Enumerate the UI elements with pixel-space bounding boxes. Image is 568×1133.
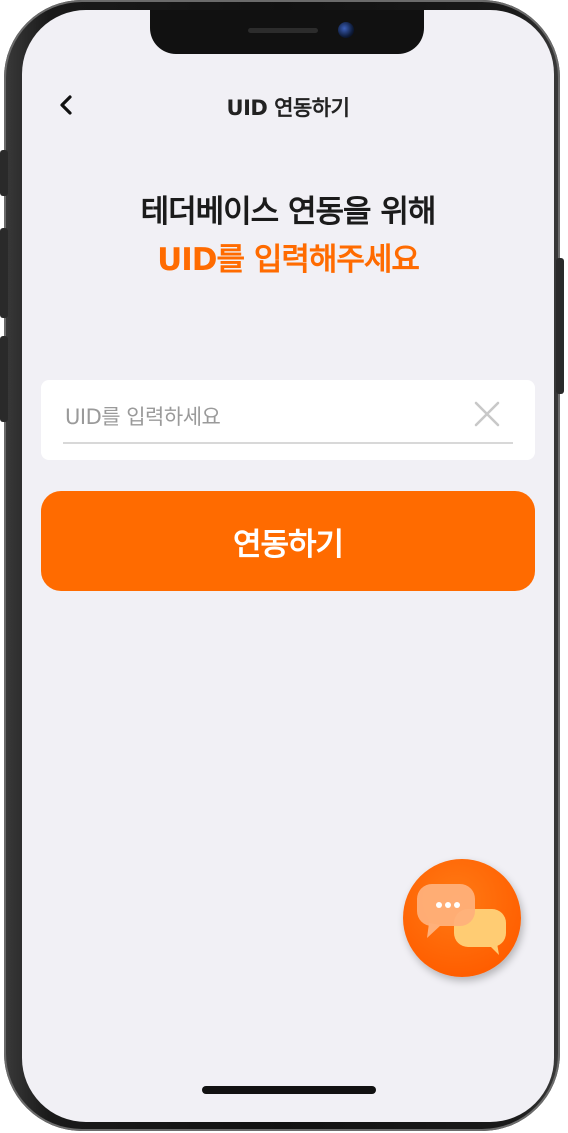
headline-line1: 테더베이스 연동을 위해 [140,194,437,230]
phone-frame: UID 연동하기 테더베이스 연동을 위해 UID를 입력해주세요 연동하기 [0,0,564,1131]
power-button [556,258,564,394]
chat-button[interactable] [403,859,521,977]
home-indicator [202,1086,376,1094]
app-screen: UID 연동하기 테더베이스 연동을 위해 UID를 입력해주세요 연동하기 [22,10,554,1122]
mute-switch [0,150,8,196]
input-underline [63,442,513,444]
page-title: UID 연동하기 [226,96,350,120]
clear-input-button[interactable] [471,398,503,430]
link-button[interactable]: 연동하기 [41,491,535,591]
close-icon [474,401,500,427]
volume-down-button [0,336,8,422]
chat-bubbles-icon [417,884,506,955]
uid-input[interactable] [63,398,467,436]
headline-line2: UID를 입력해주세요 [157,242,420,278]
front-camera [338,22,354,38]
speaker-grille [248,28,318,33]
top-nav: UID 연동하기 [22,80,554,130]
notch [150,10,424,54]
uid-input-card [41,380,535,460]
volume-up-button [0,228,8,318]
